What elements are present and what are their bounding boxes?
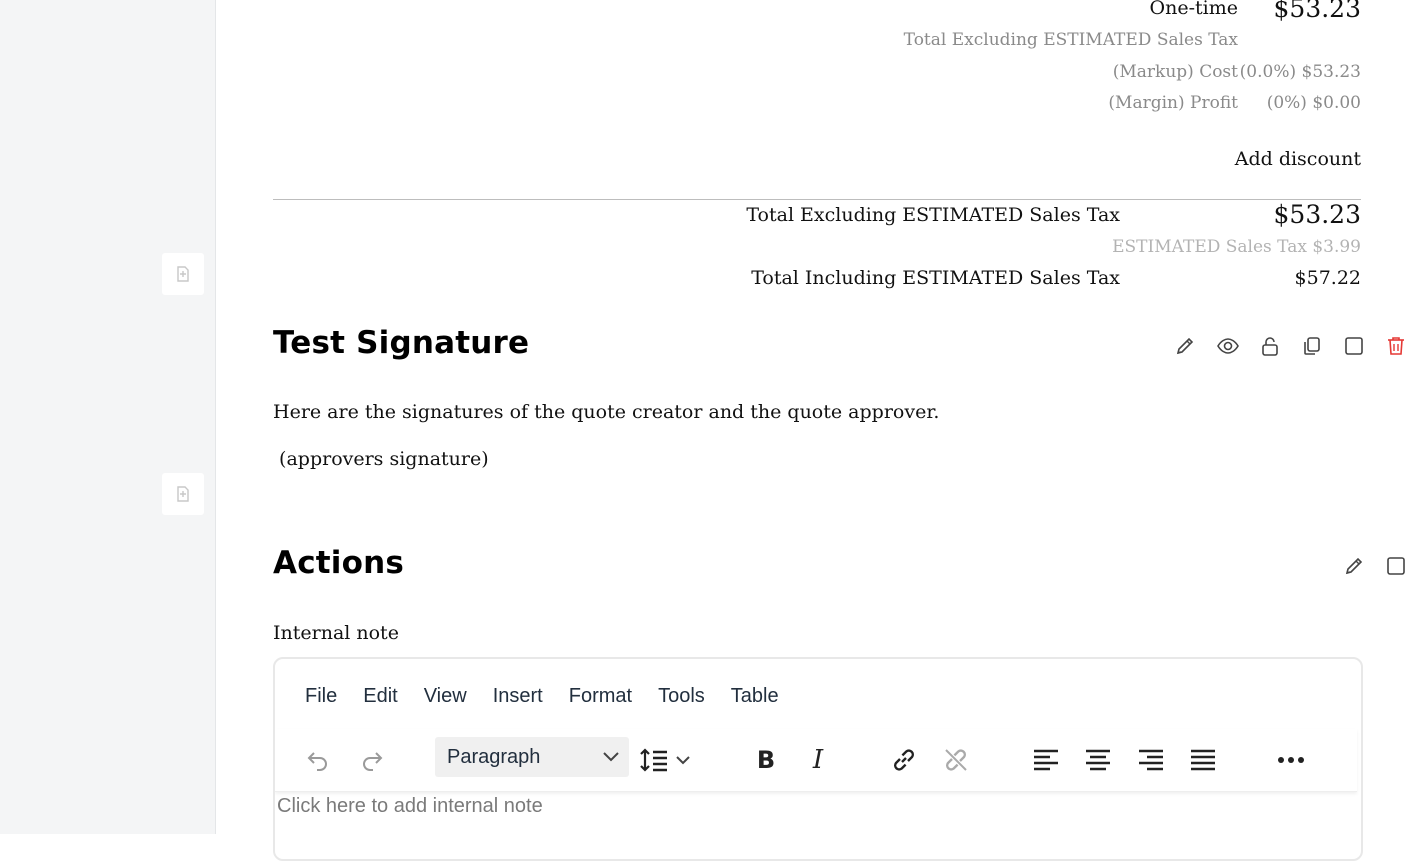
more-button[interactable] (1272, 741, 1310, 779)
undo-button[interactable] (299, 741, 337, 779)
align-right-icon (1139, 749, 1163, 771)
pencil-icon (1176, 337, 1194, 355)
editor-toolbar: Paragraph B I (275, 729, 1357, 792)
total-excl-label: Total Excluding ESTIMATED Sales Tax (746, 204, 1120, 226)
insert-link-button[interactable] (885, 741, 923, 779)
block-format-select[interactable]: Paragraph (435, 737, 629, 777)
internal-note-label: Internal note (273, 622, 399, 644)
more-icon (1278, 757, 1304, 763)
approver-signature-placeholder: (approvers signature) (273, 448, 489, 470)
onetime-label: One-time (1149, 0, 1238, 19)
remove-link-button[interactable] (937, 741, 975, 779)
markup-label: (Markup) Cost (1112, 62, 1238, 82)
align-center-icon (1086, 749, 1110, 771)
delete-section-button[interactable] (1383, 333, 1409, 359)
align-left-icon (1034, 749, 1058, 771)
divider (273, 199, 1361, 200)
unlock-icon (1262, 337, 1278, 356)
sales-tax-line: ESTIMATED Sales Tax $3.99 (1112, 237, 1361, 257)
drag-icon (177, 266, 189, 282)
trash-icon (1388, 337, 1404, 355)
preview-section-button[interactable] (1215, 333, 1241, 359)
menu-table[interactable]: Table (731, 685, 779, 708)
checkbox-icon (1387, 557, 1405, 575)
unlink-icon (945, 749, 967, 771)
signature-description: Here are the signatures of the quote cre… (273, 401, 940, 423)
bold-icon: B (756, 746, 776, 774)
line-height-button[interactable] (637, 741, 697, 779)
redo-icon (363, 752, 383, 771)
excl-tax-small-label: Total Excluding ESTIMATED Sales Tax (903, 30, 1238, 50)
italic-button[interactable]: I (799, 741, 837, 779)
copy-icon (1304, 337, 1320, 355)
bold-button[interactable]: B (747, 741, 785, 779)
redo-button[interactable] (353, 741, 391, 779)
align-right-button[interactable] (1132, 741, 1170, 779)
main-content: One-time $53.23 Total Excluding ESTIMATE… (273, 0, 1405, 861)
link-icon (894, 749, 914, 771)
markup-value: (0.0%) $53.23 (1239, 62, 1361, 82)
section-drag-handle[interactable] (162, 253, 204, 295)
margin-value: (0%) $0.00 (1266, 93, 1361, 113)
line-height-icon (640, 748, 690, 772)
align-center-button[interactable] (1079, 741, 1117, 779)
onetime-value: $53.23 (1273, 0, 1361, 23)
select-section-checkbox[interactable] (1341, 333, 1367, 359)
menu-view[interactable]: View (424, 685, 467, 708)
select-section-checkbox[interactable] (1383, 553, 1409, 579)
internal-note-editor[interactable]: File Edit View Insert Format Tools Table… (273, 657, 1363, 861)
sidebar (0, 0, 216, 834)
menu-file[interactable]: File (305, 685, 337, 708)
section-title-signature: Test Signature (273, 325, 530, 361)
menu-tools[interactable]: Tools (658, 685, 705, 708)
total-incl-value: $57.22 (1294, 267, 1361, 289)
menu-format[interactable]: Format (569, 685, 632, 708)
duplicate-section-button[interactable] (1299, 333, 1325, 359)
eye-icon (1217, 338, 1239, 354)
justify-button[interactable] (1184, 741, 1222, 779)
lock-section-button[interactable] (1257, 333, 1283, 359)
chevron-down-icon (603, 752, 619, 762)
add-discount-link[interactable]: Add discount (1235, 148, 1361, 170)
pencil-icon (1345, 557, 1363, 575)
justify-icon (1191, 749, 1215, 771)
undo-icon (307, 752, 327, 771)
block-format-value: Paragraph (447, 745, 541, 768)
editor-placeholder[interactable]: Click here to add internal note (277, 795, 543, 818)
edit-section-button[interactable] (1341, 553, 1367, 579)
checkbox-icon (1345, 337, 1363, 355)
menu-edit[interactable]: Edit (363, 685, 397, 708)
section-title-actions: Actions (273, 545, 405, 581)
italic-icon: I (812, 745, 824, 775)
drag-icon (177, 486, 189, 502)
editor-menubar: File Edit View Insert Format Tools Table (305, 685, 805, 708)
edit-section-button[interactable] (1172, 333, 1198, 359)
section-drag-handle[interactable] (162, 473, 204, 515)
margin-label: (Margin) Profit (1108, 93, 1238, 113)
align-left-button[interactable] (1027, 741, 1065, 779)
total-incl-label: Total Including ESTIMATED Sales Tax (751, 267, 1120, 289)
total-excl-value: $53.23 (1273, 200, 1361, 229)
menu-insert[interactable]: Insert (493, 685, 543, 708)
